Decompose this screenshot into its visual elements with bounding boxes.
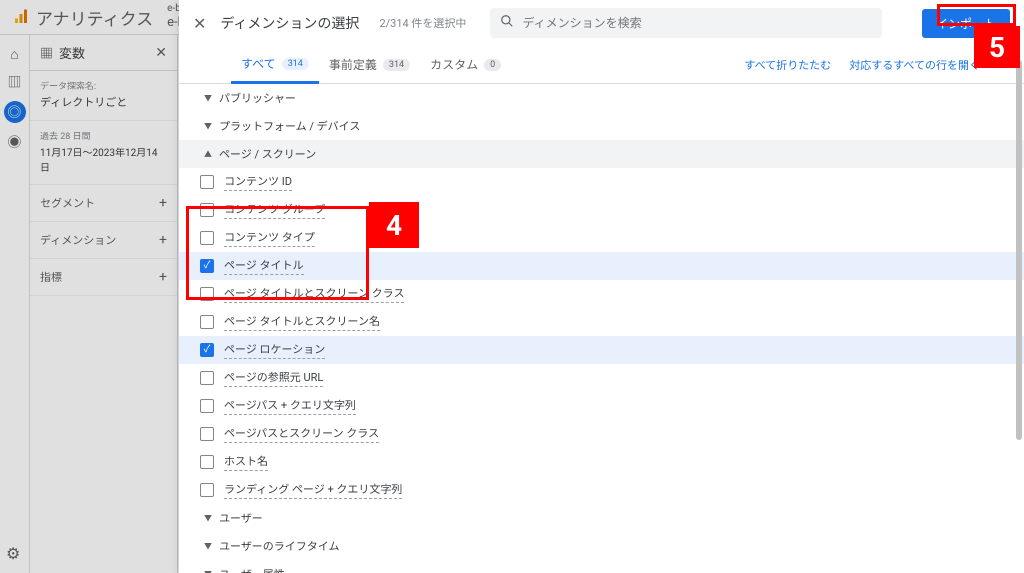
- close-modal-icon[interactable]: ✕: [193, 14, 206, 33]
- scrollbar-thumb[interactable]: [1016, 60, 1022, 440]
- search-input[interactable]: [522, 16, 872, 30]
- expand-compatible-link[interactable]: 対応するすべての行を開く: [849, 57, 980, 73]
- checkbox[interactable]: [200, 231, 214, 245]
- dimension-label: コンテンツ グループ: [224, 201, 325, 219]
- dimension-label: ページ タイトルとスクリーン名: [224, 313, 380, 331]
- chevron-down-icon: ▼: [199, 121, 217, 132]
- modal-subtitle: 2/314 件を選択中: [379, 15, 466, 31]
- dimension-label: ランディング ページ + クエリ文字列: [224, 481, 402, 499]
- checkbox[interactable]: [200, 483, 214, 497]
- dimension-label: ページ タイトルとスクリーン クラス: [224, 285, 404, 303]
- checkbox[interactable]: [200, 259, 214, 273]
- dimension-label: ページ タイトル: [224, 257, 304, 275]
- tab-カスタム[interactable]: カスタム0: [420, 46, 511, 83]
- dimension-item[interactable]: ページ タイトルとスクリーン名: [179, 308, 1024, 336]
- chevron-down-icon: ▼: [199, 569, 217, 573]
- scrollbar[interactable]: [1014, 0, 1024, 573]
- link-actions: すべて折りたたむ 対応するすべての行を開く: [744, 57, 980, 73]
- dimension-item[interactable]: コンテンツ タイプ: [179, 224, 1024, 252]
- dimension-item[interactable]: ホスト名: [179, 448, 1024, 476]
- tab-すべて[interactable]: すべて314: [231, 46, 319, 84]
- search-icon: [500, 14, 514, 32]
- checkbox[interactable]: [200, 343, 214, 357]
- group-row[interactable]: ▼ユーザー: [179, 504, 1024, 532]
- dimension-label: コンテンツ タイプ: [224, 229, 315, 247]
- dimension-item[interactable]: ランディング ページ + クエリ文字列: [179, 476, 1024, 504]
- tabs-row: すべて314事前定義314カスタム0 すべて折りたたむ 対応するすべての行を開く: [179, 46, 1024, 84]
- dimension-label: ページの参照元 URL: [224, 369, 323, 387]
- group-row[interactable]: ▼ユーザーのライフタイム: [179, 532, 1024, 560]
- checkbox[interactable]: [200, 287, 214, 301]
- dimension-label: ページパスとスクリーン クラス: [224, 425, 379, 443]
- dimension-item[interactable]: コンテンツ グループ: [179, 196, 1024, 224]
- dimension-label: ページパス + クエリ文字列: [224, 397, 356, 415]
- checkbox[interactable]: [200, 203, 214, 217]
- checkbox[interactable]: [200, 427, 214, 441]
- chevron-down-icon: ▼: [199, 513, 217, 524]
- dimension-label: コンテンツ ID: [224, 173, 292, 191]
- dimension-list[interactable]: ▼パブリッシャー▼プラットフォーム / デバイス▲ページ / スクリーンコンテン…: [179, 84, 1024, 573]
- collapse-all-link[interactable]: すべて折りたたむ: [744, 57, 831, 73]
- dimension-item[interactable]: ページ ロケーション: [179, 336, 1024, 364]
- chevron-down-icon: ▼: [199, 93, 217, 104]
- tab-事前定義[interactable]: 事前定義314: [319, 46, 420, 83]
- group-row[interactable]: ▲ページ / スクリーン: [179, 140, 1024, 168]
- modal-title: ディメンションの選択: [220, 13, 359, 33]
- dimension-item[interactable]: ページの参照元 URL: [179, 364, 1024, 392]
- checkbox[interactable]: [200, 455, 214, 469]
- checkbox[interactable]: [200, 175, 214, 189]
- checkbox[interactable]: [200, 371, 214, 385]
- search-box[interactable]: [490, 8, 882, 38]
- chevron-down-icon: ▼: [199, 541, 217, 552]
- dimension-item[interactable]: ページパス + クエリ文字列: [179, 392, 1024, 420]
- dimension-label: ホスト名: [224, 453, 268, 471]
- modal-header: ✕ ディメンションの選択 2/314 件を選択中 インポート: [179, 0, 1024, 46]
- group-row[interactable]: ▼パブリッシャー: [179, 84, 1024, 112]
- callout-number-4: 4: [369, 202, 419, 248]
- dimension-item[interactable]: ページ タイトル: [179, 252, 1024, 280]
- callout-number-5: 5: [974, 26, 1020, 68]
- dimension-picker-modal: ✕ ディメンションの選択 2/314 件を選択中 インポート すべて314事前定…: [179, 0, 1024, 573]
- group-row[interactable]: ▼ユーザー属性: [179, 560, 1024, 573]
- group-row[interactable]: ▼プラットフォーム / デバイス: [179, 112, 1024, 140]
- dimension-item[interactable]: ページ タイトルとスクリーン クラス: [179, 280, 1024, 308]
- checkbox[interactable]: [200, 315, 214, 329]
- chevron-up-icon: ▲: [199, 149, 217, 160]
- dimension-item[interactable]: ページパスとスクリーン クラス: [179, 420, 1024, 448]
- checkbox[interactable]: [200, 399, 214, 413]
- dimension-label: ページ ロケーション: [224, 341, 325, 359]
- dimension-item[interactable]: コンテンツ ID: [179, 168, 1024, 196]
